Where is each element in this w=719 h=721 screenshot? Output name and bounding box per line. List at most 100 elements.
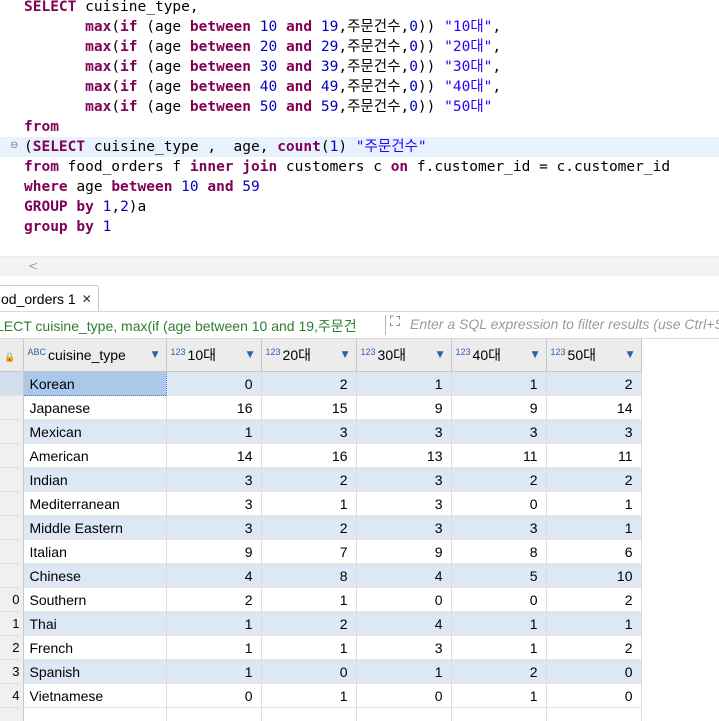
sort-icon[interactable]: ▼	[627, 350, 634, 360]
count-cell[interactable]: 1	[166, 659, 262, 684]
count-cell[interactable]: 2	[546, 635, 642, 660]
count-cell[interactable]: 3	[356, 419, 452, 444]
count-cell[interactable]: 3	[166, 491, 262, 516]
count-cell[interactable]: 2	[546, 371, 642, 396]
code-line[interactable]: (SELECT cuisine_type , age, count(1) "주문…	[24, 137, 427, 157]
count-cell[interactable]: 1	[261, 587, 357, 612]
table-row[interactable]: Indian 3 2 3 2 2	[0, 467, 642, 492]
cuisine-cell[interactable]: Korean	[22, 371, 167, 396]
count-cell[interactable]: 2	[261, 467, 357, 492]
count-cell[interactable]: 9	[356, 395, 452, 420]
code-line[interactable]: group by 1	[24, 217, 111, 237]
count-cell[interactable]: 14	[546, 395, 642, 420]
count-cell[interactable]: 2	[546, 467, 642, 492]
count-cell[interactable]: 1	[356, 371, 452, 396]
close-icon[interactable]: ✕	[82, 292, 92, 306]
code-line[interactable]: from food_orders f inner join customers …	[24, 157, 670, 177]
cuisine-cell[interactable]: Thai	[23, 611, 167, 636]
row-number[interactable]: 0	[0, 587, 24, 612]
table-row[interactable]: American 14 16 13 11 11	[0, 443, 642, 468]
count-cell[interactable]: 0	[356, 587, 452, 612]
row-number[interactable]	[0, 395, 24, 420]
expand-filter-icon[interactable]: ⛶	[390, 314, 400, 330]
sort-icon[interactable]: ▼	[342, 350, 349, 360]
row-number[interactable]	[0, 563, 24, 588]
count-cell[interactable]: 11	[546, 443, 642, 468]
count-cell[interactable]: 2	[546, 587, 642, 612]
sort-icon[interactable]: ▼	[532, 350, 539, 360]
count-cell[interactable]: 4	[356, 563, 452, 588]
table-row[interactable]: Mediterranean 3 1 3 0 1	[0, 491, 642, 516]
code-line[interactable]: from	[24, 117, 59, 137]
count-cell[interactable]: 9	[451, 395, 547, 420]
count-cell[interactable]: 0	[451, 491, 547, 516]
row-number[interactable]	[0, 443, 24, 468]
filter-input[interactable]: Enter a SQL expression to filter results…	[410, 316, 719, 332]
sort-icon[interactable]: ▼	[437, 350, 444, 360]
count-cell[interactable]: 3	[356, 515, 452, 540]
row-number[interactable]: 1	[0, 611, 24, 636]
code-line[interactable]: max(if (age between 40 and 49,주문건수,0)) "…	[24, 77, 501, 97]
cuisine-cell[interactable]: Indian	[23, 467, 167, 492]
table-row[interactable]: 0 Southern 2 1 0 0 2	[0, 587, 642, 612]
count-cell[interactable]: 2	[261, 611, 357, 636]
count-cell[interactable]: 1	[261, 491, 357, 516]
count-cell[interactable]: 2	[451, 467, 547, 492]
code-line[interactable]: max(if (age between 50 and 59,주문건수,0)) "…	[24, 97, 492, 117]
column-header-age-4[interactable]: 123 40대 ▼	[451, 339, 547, 372]
results-tab[interactable]: od_orders 1 ✕	[0, 285, 99, 311]
count-cell[interactable]: 0	[166, 371, 262, 396]
column-header-age-1[interactable]: 123 10대 ▼	[166, 339, 262, 372]
fold-toggle-icon[interactable]: ⊖	[10, 140, 18, 151]
count-cell[interactable]: 0	[451, 587, 547, 612]
count-cell[interactable]: 2	[451, 659, 547, 684]
count-cell[interactable]: 3	[451, 419, 547, 444]
code-line[interactable]: where age between 10 and 59	[24, 177, 260, 197]
count-cell[interactable]: 1	[451, 611, 547, 636]
row-number[interactable]	[0, 515, 24, 540]
count-cell[interactable]: 7	[261, 539, 357, 564]
cuisine-cell[interactable]: Italian	[23, 539, 167, 564]
row-number[interactable]: 3	[0, 659, 24, 684]
count-cell[interactable]: 0	[166, 683, 262, 708]
count-cell[interactable]: 3	[451, 515, 547, 540]
count-cell[interactable]: 3	[261, 419, 357, 444]
scroll-left-arrow-icon[interactable]: <	[28, 257, 38, 275]
sort-icon[interactable]: ▼	[152, 350, 159, 360]
count-cell[interactable]: 2	[166, 587, 262, 612]
count-cell[interactable]: 1	[451, 635, 547, 660]
code-line[interactable]: max(if (age between 30 and 39,주문건수,0)) "…	[24, 57, 501, 77]
count-cell[interactable]: 16	[166, 395, 262, 420]
cuisine-cell[interactable]: Middle Eastern	[23, 515, 167, 540]
count-cell[interactable]: 8	[451, 539, 547, 564]
row-number[interactable]	[0, 539, 24, 564]
count-cell[interactable]: 1	[546, 491, 642, 516]
code-line[interactable]: max(if (age between 10 and 19,주문건수,0)) "…	[24, 17, 501, 37]
count-cell[interactable]: 16	[261, 443, 357, 468]
column-header-age-5[interactable]: 123 50대 ▼	[546, 339, 642, 372]
count-cell[interactable]: 0	[261, 659, 357, 684]
table-row[interactable]: Chinese 4 8 4 5 10	[0, 563, 642, 588]
column-header-cuisine-type[interactable]: ABC cuisine_type ▼	[23, 339, 167, 372]
cuisine-cell[interactable]: French	[23, 635, 167, 660]
count-cell[interactable]: 6	[546, 539, 642, 564]
cuisine-cell[interactable]: Southern	[23, 587, 167, 612]
count-cell[interactable]: 1	[451, 683, 547, 708]
table-row[interactable]: Italian 9 7 9 8 6	[0, 539, 642, 564]
table-row[interactable]: 4 Vietnamese 0 1 0 1 0	[0, 683, 642, 708]
count-cell[interactable]: 13	[356, 443, 452, 468]
cuisine-cell[interactable]: Mexican	[23, 419, 167, 444]
column-header-age-2[interactable]: 123 20대 ▼	[261, 339, 357, 372]
cuisine-cell[interactable]: Mediterranean	[23, 491, 167, 516]
count-cell[interactable]: 1	[261, 683, 357, 708]
count-cell[interactable]: 5	[451, 563, 547, 588]
row-number[interactable]	[0, 371, 24, 396]
count-cell[interactable]: 1	[166, 419, 262, 444]
table-row[interactable]: Middle Eastern 3 2 3 3 1	[0, 515, 642, 540]
code-line[interactable]: GROUP by 1,2)a	[24, 197, 146, 217]
count-cell[interactable]: 9	[166, 539, 262, 564]
count-cell[interactable]: 1	[356, 659, 452, 684]
count-cell[interactable]: 0	[356, 683, 452, 708]
results-grid[interactable]: 🔒 ABC cuisine_type ▼ 123 10대 ▼ 123 20대 ▼ 123 30대 ▼ 12…	[0, 339, 719, 721]
count-cell[interactable]: 1	[166, 611, 262, 636]
